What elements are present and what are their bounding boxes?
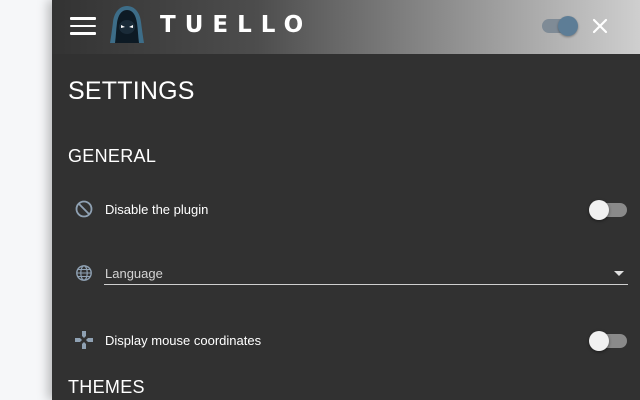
brand-name: TUELLO [160, 12, 313, 38]
language-select[interactable]: Language [104, 262, 628, 285]
disable-plugin-switch-thumb [589, 200, 609, 220]
hooded-ninja-logo [110, 5, 144, 45]
mouse-coordinates-label: Display mouse coordinates [105, 333, 262, 348]
disable-plugin-switch[interactable] [589, 200, 629, 220]
close-icon[interactable] [590, 16, 610, 36]
caret-down-icon [614, 271, 624, 276]
mouse-coordinates-switch[interactable] [589, 331, 629, 351]
header-toggle-thumb [558, 16, 578, 36]
panel-header: TUELLO [52, 0, 640, 54]
block-icon [74, 199, 94, 219]
globe-icon [75, 264, 95, 284]
hamburger-menu-icon[interactable] [68, 13, 98, 39]
header-toggle-switch[interactable] [540, 16, 580, 36]
language-select-placeholder: Language [105, 266, 163, 281]
dpad-icon [74, 330, 94, 350]
page-title: SETTINGS [68, 77, 195, 105]
settings-panel: TUELLO SETTINGS GENERAL Disable the plug… [52, 0, 640, 400]
section-title-themes: THEMES [68, 377, 145, 397]
mouse-coordinates-switch-thumb [589, 331, 609, 351]
disable-plugin-label: Disable the plugin [105, 202, 209, 217]
section-title-general: GENERAL [68, 146, 157, 166]
